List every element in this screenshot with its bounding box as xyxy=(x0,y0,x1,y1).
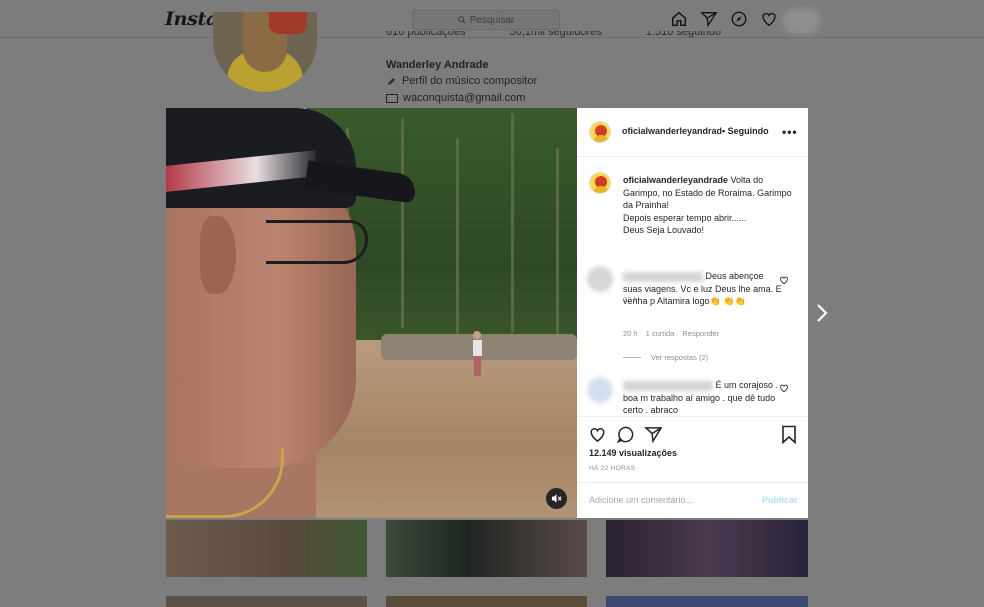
distant-person xyxy=(473,331,482,379)
like-comment-heart-icon[interactable] xyxy=(779,383,789,393)
grid-post-thumb[interactable] xyxy=(166,520,367,577)
profile-email: waconquista@gmail.com xyxy=(386,92,525,104)
commenter-name-blurred[interactable] xyxy=(623,380,713,391)
muted-speaker-icon xyxy=(551,494,562,503)
home-icon[interactable] xyxy=(670,10,688,28)
commenter-avatar[interactable] xyxy=(587,266,613,292)
post-actions xyxy=(588,425,663,444)
grid-post-thumb[interactable] xyxy=(166,596,367,607)
publish-button[interactable]: Publicar xyxy=(762,495,798,505)
grid-post-thumb[interactable] xyxy=(386,520,587,577)
followers-count[interactable]: 50,1mil seguidores xyxy=(510,31,602,43)
author-username[interactable]: oficialwanderleyandrad xyxy=(622,126,722,136)
pen-icon xyxy=(387,77,396,85)
caption-avatar[interactable] xyxy=(589,172,611,194)
post-age[interactable]: HÁ 22 HORAS xyxy=(589,465,635,472)
post-video[interactable] xyxy=(166,108,577,518)
grid-post-thumb[interactable] xyxy=(386,596,587,607)
caption-line-2: Depois esperar tempo abrir...... xyxy=(623,212,747,223)
add-comment-input[interactable]: Adicione um comentário... xyxy=(589,495,693,505)
caption-line-3: Deus Seja Louvado! xyxy=(623,225,705,235)
caption-username[interactable]: oficialwanderleyandrade xyxy=(623,175,728,185)
view-count[interactable]: 12.149 visualizações xyxy=(589,448,677,458)
comment-item: É um corajoso . boa m trabalho aí amigo … xyxy=(623,379,785,416)
view-replies[interactable]: Ver respostas (2) xyxy=(623,353,708,362)
reply-button[interactable]: Responder xyxy=(682,329,719,338)
comment-time[interactable]: 20 h xyxy=(623,329,638,338)
comment-likes[interactable]: 1 curtida xyxy=(646,329,675,338)
bio-text: Perfil do músico compositor xyxy=(402,75,538,87)
author-avatar[interactable] xyxy=(589,121,611,143)
grid-post-thumb[interactable] xyxy=(606,596,808,607)
nav-icons xyxy=(670,10,778,28)
bookmark-icon[interactable] xyxy=(781,425,797,444)
profile-name: Wanderley Andrade xyxy=(386,59,489,71)
post-header: oficialwanderleyandrad • Seguindo ••• xyxy=(577,108,808,157)
posts-count[interactable]: 616 publicações xyxy=(386,31,466,43)
view-replies-label[interactable]: Ver respostas (2) xyxy=(651,353,708,362)
post-side-panel: oficialwanderleyandrad • Seguindo ••• of… xyxy=(577,108,808,518)
next-post-arrow-icon[interactable] xyxy=(812,302,832,324)
profile-stats: 616 publicações 50,1mil seguidores 1.510… xyxy=(386,31,721,43)
email-text: waconquista@gmail.com xyxy=(403,92,526,104)
comment-item: Deus abençoe suas viagens. Vc e luz Deus… xyxy=(623,270,785,308)
commenter-avatar[interactable] xyxy=(587,377,613,403)
profile-bio: Perfil do músico compositor xyxy=(386,75,537,87)
explore-icon[interactable] xyxy=(730,10,748,28)
envelope-icon xyxy=(386,93,398,103)
heart-icon[interactable] xyxy=(760,10,778,28)
post-caption: oficialwanderleyandrade Volta do Garimpo… xyxy=(623,174,799,237)
comments-list[interactable]: oficialwanderleyandrade Volta do Garimpo… xyxy=(577,158,808,416)
profile-picture xyxy=(213,12,317,92)
like-heart-icon[interactable] xyxy=(588,425,607,444)
user-avatar[interactable] xyxy=(782,8,820,34)
comment-meta: 20 h 1 curtida Responder xyxy=(623,329,719,338)
comment-bubble-icon[interactable] xyxy=(616,425,635,444)
direct-icon[interactable] xyxy=(700,10,718,28)
search-icon xyxy=(458,16,466,24)
more-options-icon[interactable]: ••• xyxy=(782,125,798,139)
grid-post-thumb[interactable] xyxy=(606,520,808,577)
following-count[interactable]: 1.510 seguindo xyxy=(646,31,721,43)
search-input[interactable]: Pesquisar xyxy=(412,10,560,30)
share-icon[interactable] xyxy=(643,425,663,444)
commenter-name-blurred[interactable] xyxy=(623,271,703,282)
like-comment-heart-icon[interactable] xyxy=(779,275,789,285)
following-status[interactable]: • Seguindo xyxy=(722,126,769,136)
search-placeholder: Pesquisar xyxy=(469,14,515,26)
mute-button[interactable] xyxy=(546,488,567,509)
